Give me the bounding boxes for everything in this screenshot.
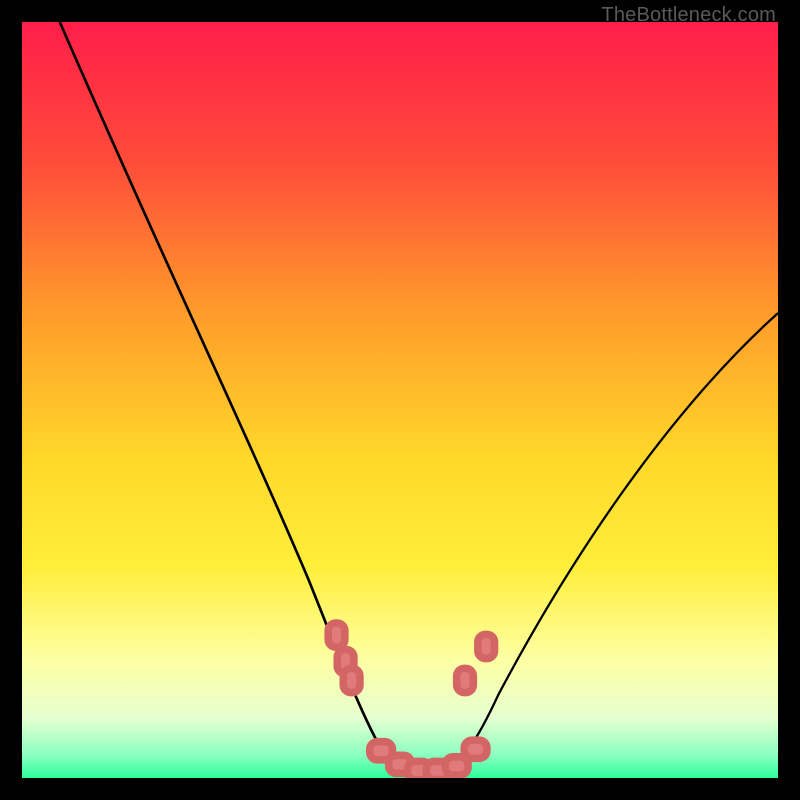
curve-markers [328,623,494,778]
bottleneck-curve [22,22,778,778]
chart-frame: TheBottleneck.com [0,0,800,800]
plot-area [22,22,778,778]
curve-right [445,313,778,770]
watermark-text: TheBottleneck.com [601,4,776,27]
